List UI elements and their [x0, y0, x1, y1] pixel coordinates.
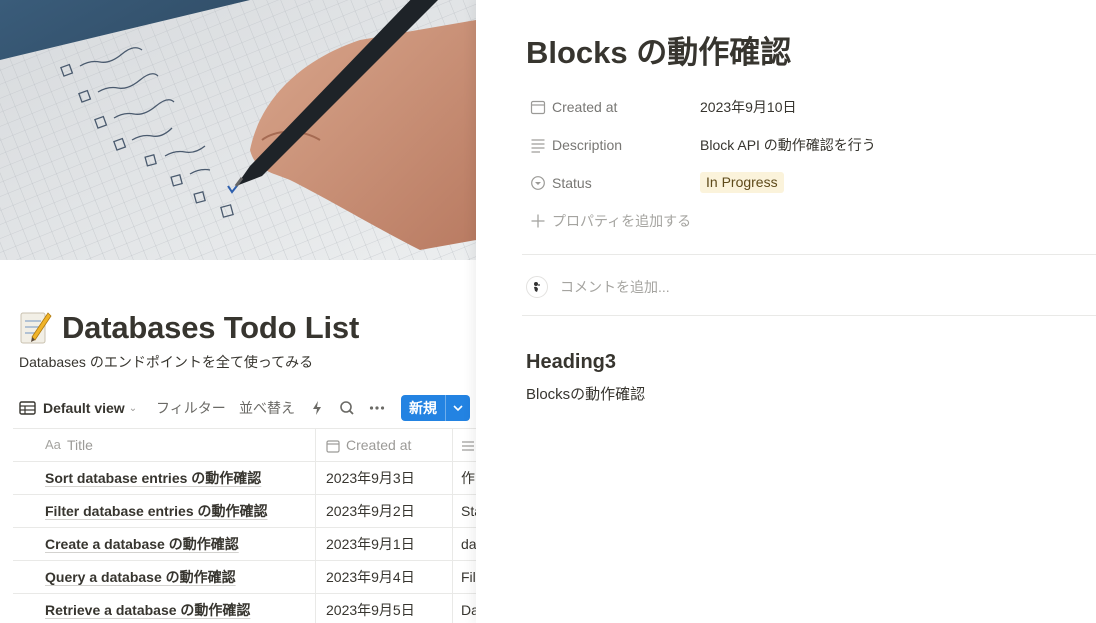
table-row[interactable]: Create a database の動作確認 2023年9月1日 da	[13, 527, 476, 560]
property-name: Created at	[552, 99, 618, 115]
row-description: da	[461, 536, 476, 552]
row-description: 作	[461, 470, 475, 486]
property-status[interactable]: Status In Progress	[526, 171, 1086, 195]
status-icon	[531, 176, 545, 190]
more-icon[interactable]	[368, 399, 386, 417]
cover-image	[0, 0, 476, 260]
property-value[interactable]: Block API の動作確認を行う	[700, 135, 876, 155]
property-value[interactable]: 2023年9月10日	[700, 97, 797, 117]
calendar-icon	[530, 100, 546, 115]
row-description: Da	[461, 602, 476, 618]
lightning-icon[interactable]	[308, 399, 326, 417]
sort-button[interactable]: 並べ替え	[239, 399, 295, 417]
row-created-at: 2023年9月5日	[316, 594, 453, 623]
row-description: Fil	[461, 569, 476, 585]
search-icon[interactable]	[338, 399, 356, 417]
row-created-at: 2023年9月1日	[316, 528, 453, 560]
database-toolbar: Default view ⌄ フィルター 並べ替え 新規	[19, 395, 471, 421]
table-header: Aa Title Created at	[13, 428, 476, 461]
avatar	[526, 276, 548, 298]
property-name: Status	[552, 175, 592, 191]
text-type-icon: Aa	[45, 437, 61, 452]
page-title: Databases Todo List	[62, 310, 360, 345]
divider	[522, 315, 1096, 316]
row-title[interactable]: Sort database entries の動作確認	[45, 470, 261, 486]
text-lines-icon	[462, 441, 474, 451]
table-row[interactable]: Sort database entries の動作確認 2023年9月3日 作	[13, 461, 476, 494]
page-description: Databases のエンドポイントを全て使ってみる	[19, 354, 314, 370]
table-row[interactable]: Query a database の動作確認 2023年9月4日 Fil	[13, 560, 476, 593]
row-created-at: 2023年9月4日	[316, 561, 453, 593]
page-title[interactable]: Blocks の動作確認	[526, 33, 791, 73]
status-badge[interactable]: In Progress	[700, 172, 784, 193]
row-title[interactable]: Filter database entries の動作確認	[45, 503, 268, 519]
row-title[interactable]: Query a database の動作確認	[45, 569, 236, 585]
chevron-down-icon	[453, 404, 463, 411]
new-button[interactable]: 新規	[401, 395, 470, 421]
new-button-label[interactable]: 新規	[401, 395, 445, 421]
column-header-description[interactable]	[453, 429, 476, 461]
paragraph-block[interactable]: Blocksの動作確認	[526, 384, 645, 406]
database-page: Databases Todo List Databases のエンドポイントを全…	[0, 0, 476, 623]
row-description: Sta	[461, 503, 476, 519]
table-icon	[19, 401, 36, 415]
page-peek-panel: Blocks の動作確認 Created at 2023年9月10日 Descr…	[476, 0, 1096, 623]
database-table: Aa Title Created at Sort database entrie…	[13, 428, 476, 623]
comment-input[interactable]: コメントを追加...	[526, 276, 1066, 298]
plus-icon	[531, 214, 545, 228]
heading-block[interactable]: Heading3	[526, 348, 616, 376]
memo-icon	[20, 312, 52, 344]
row-title[interactable]: Retrieve a database の動作確認	[45, 602, 250, 618]
divider	[522, 254, 1096, 255]
chevron-down-icon: ⌄	[128, 402, 138, 414]
text-lines-icon	[531, 139, 545, 153]
comment-placeholder[interactable]: コメントを追加...	[560, 277, 670, 297]
property-created-at[interactable]: Created at 2023年9月10日	[526, 95, 1086, 119]
row-created-at: 2023年9月2日	[316, 495, 453, 527]
column-header-title[interactable]: Aa Title	[13, 429, 316, 461]
add-property-label: プロパティを追加する	[552, 213, 692, 229]
filter-button[interactable]: フィルター	[156, 399, 226, 417]
add-property-button[interactable]: プロパティを追加する	[526, 209, 1086, 233]
row-created-at: 2023年9月3日	[316, 462, 453, 494]
view-selector[interactable]: Default view ⌄	[19, 395, 137, 421]
row-title[interactable]: Create a database の動作確認	[45, 536, 239, 552]
property-name: Description	[552, 137, 623, 153]
view-label: Default view	[43, 400, 125, 416]
column-header-created-at[interactable]: Created at	[316, 429, 453, 461]
calendar-icon	[326, 440, 340, 453]
property-description[interactable]: Description Block API の動作確認を行う	[526, 133, 1086, 157]
table-row[interactable]: Filter database entries の動作確認 2023年9月2日 …	[13, 494, 476, 527]
new-dropdown-button[interactable]	[446, 395, 470, 421]
table-row[interactable]: Retrieve a database の動作確認 2023年9月5日 Da	[13, 593, 476, 623]
